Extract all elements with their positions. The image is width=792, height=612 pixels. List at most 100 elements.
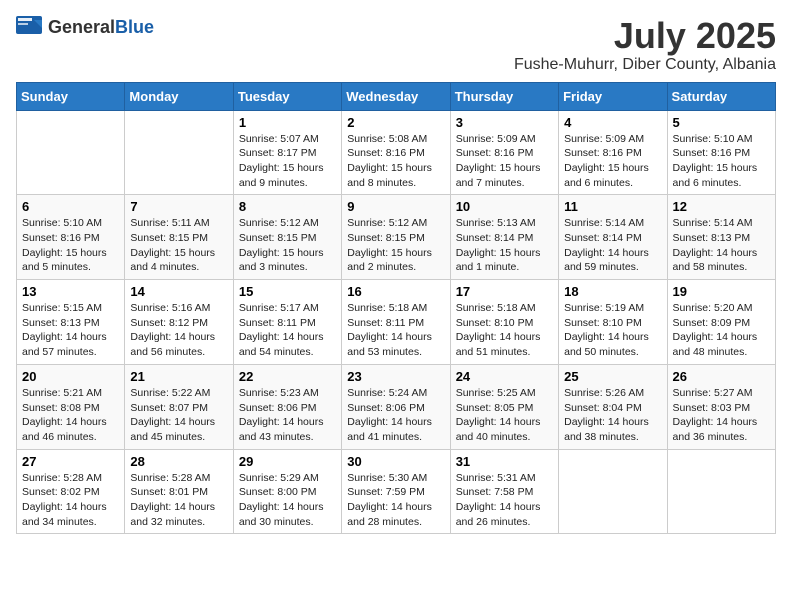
day-number: 25	[564, 369, 661, 384]
calendar-cell: 19 Sunrise: 5:20 AMSunset: 8:09 PMDayligh…	[667, 280, 775, 365]
calendar-cell: 24 Sunrise: 5:25 AMSunset: 8:05 PMDayligh…	[450, 364, 558, 449]
calendar-cell: 9 Sunrise: 5:12 AMSunset: 8:15 PMDaylight…	[342, 195, 450, 280]
calendar-week-4: 20 Sunrise: 5:21 AMSunset: 8:08 PMDayligh…	[17, 364, 776, 449]
calendar-week-3: 13 Sunrise: 5:15 AMSunset: 8:13 PMDayligh…	[17, 280, 776, 365]
day-info: Sunrise: 5:27 AMSunset: 8:03 PMDaylight:…	[673, 386, 770, 445]
weekday-header-sunday: Sunday	[17, 82, 125, 110]
calendar-cell: 2Sunrise: 5:08 AMSunset: 8:16 PMDaylight…	[342, 110, 450, 195]
calendar-cell: 20 Sunrise: 5:21 AMSunset: 8:08 PMDayligh…	[17, 364, 125, 449]
day-number: 28	[130, 454, 227, 469]
day-info: Sunrise: 5:12 AMSunset: 8:15 PMDaylight:…	[239, 216, 336, 275]
calendar-cell	[559, 449, 667, 534]
calendar-cell: 10 Sunrise: 5:13 AMSunset: 8:14 PMDayligh…	[450, 195, 558, 280]
calendar-cell: 25 Sunrise: 5:26 AMSunset: 8:04 PMDayligh…	[559, 364, 667, 449]
day-info: Sunrise: 5:11 AMSunset: 8:15 PMDaylight:…	[130, 216, 227, 275]
calendar-week-2: 6 Sunrise: 5:10 AMSunset: 8:16 PMDaylight…	[17, 195, 776, 280]
logo-icon	[16, 16, 44, 38]
day-number: 18	[564, 284, 661, 299]
calendar-cell: 28 Sunrise: 5:28 AMSunset: 8:01 PMDayligh…	[125, 449, 233, 534]
day-number: 30	[347, 454, 444, 469]
weekday-header-wednesday: Wednesday	[342, 82, 450, 110]
day-number: 5	[673, 115, 770, 130]
day-number: 19	[673, 284, 770, 299]
calendar-cell: 23 Sunrise: 5:24 AMSunset: 8:06 PMDayligh…	[342, 364, 450, 449]
logo-general-text: General	[48, 17, 115, 37]
calendar-cell: 8 Sunrise: 5:12 AMSunset: 8:15 PMDaylight…	[233, 195, 341, 280]
weekday-header-row: SundayMondayTuesdayWednesdayThursdayFrid…	[17, 82, 776, 110]
calendar-cell: 27 Sunrise: 5:28 AMSunset: 8:02 PMDayligh…	[17, 449, 125, 534]
calendar-cell: 30 Sunrise: 5:30 AMSunset: 7:59 PMDayligh…	[342, 449, 450, 534]
calendar-cell: 4 Sunrise: 5:09 AMSunset: 8:16 PMDaylight…	[559, 110, 667, 195]
day-number: 7	[130, 199, 227, 214]
day-info: Sunrise: 5:31 AMSunset: 7:58 PMDaylight:…	[456, 471, 553, 530]
logo-blue-text: Blue	[115, 17, 154, 37]
day-number: 12	[673, 199, 770, 214]
day-info: Sunrise: 5:09 AMSunset: 8:16 PMDaylight:…	[564, 132, 661, 191]
day-number: 27	[22, 454, 119, 469]
calendar-cell: 31Sunrise: 5:31 AMSunset: 7:58 PMDayligh…	[450, 449, 558, 534]
day-number: 10	[456, 199, 553, 214]
day-number: 20	[22, 369, 119, 384]
page-header: GeneralBlue July 2025 Fushe-Muhurr, Dibe…	[16, 16, 776, 74]
title-block: July 2025 Fushe-Muhurr, Diber County, Al…	[514, 16, 776, 74]
day-number: 3	[456, 115, 553, 130]
day-info: Sunrise: 5:09 AMSunset: 8:16 PMDaylight:…	[456, 132, 553, 191]
day-number: 6	[22, 199, 119, 214]
calendar-cell: 14Sunrise: 5:16 AMSunset: 8:12 PMDayligh…	[125, 280, 233, 365]
day-info: Sunrise: 5:24 AMSunset: 8:06 PMDaylight:…	[347, 386, 444, 445]
day-number: 4	[564, 115, 661, 130]
month-year-title: July 2025	[514, 16, 776, 56]
day-number: 21	[130, 369, 227, 384]
weekday-header-tuesday: Tuesday	[233, 82, 341, 110]
day-number: 23	[347, 369, 444, 384]
day-info: Sunrise: 5:12 AMSunset: 8:15 PMDaylight:…	[347, 216, 444, 275]
day-number: 14	[130, 284, 227, 299]
calendar-cell: 3 Sunrise: 5:09 AMSunset: 8:16 PMDaylight…	[450, 110, 558, 195]
day-number: 11	[564, 199, 661, 214]
day-info: Sunrise: 5:08 AMSunset: 8:16 PMDaylight:…	[347, 132, 444, 191]
calendar-cell: 6 Sunrise: 5:10 AMSunset: 8:16 PMDaylight…	[17, 195, 125, 280]
day-info: Sunrise: 5:30 AMSunset: 7:59 PMDaylight:…	[347, 471, 444, 530]
day-info: Sunrise: 5:14 AMSunset: 8:13 PMDaylight:…	[673, 216, 770, 275]
calendar-table: SundayMondayTuesdayWednesdayThursdayFrid…	[16, 82, 776, 535]
weekday-header-thursday: Thursday	[450, 82, 558, 110]
day-info: Sunrise: 5:21 AMSunset: 8:08 PMDaylight:…	[22, 386, 119, 445]
day-number: 8	[239, 199, 336, 214]
day-info: Sunrise: 5:07 AMSunset: 8:17 PMDaylight:…	[239, 132, 336, 191]
calendar-cell: 22 Sunrise: 5:23 AMSunset: 8:06 PMDayligh…	[233, 364, 341, 449]
day-number: 15	[239, 284, 336, 299]
day-number: 22	[239, 369, 336, 384]
day-info: Sunrise: 5:10 AMSunset: 8:16 PMDaylight:…	[673, 132, 770, 191]
day-info: Sunrise: 5:23 AMSunset: 8:06 PMDaylight:…	[239, 386, 336, 445]
weekday-header-saturday: Saturday	[667, 82, 775, 110]
calendar-cell	[17, 110, 125, 195]
day-info: Sunrise: 5:22 AMSunset: 8:07 PMDaylight:…	[130, 386, 227, 445]
day-info: Sunrise: 5:29 AMSunset: 8:00 PMDaylight:…	[239, 471, 336, 530]
calendar-cell: 16Sunrise: 5:18 AMSunset: 8:11 PMDayligh…	[342, 280, 450, 365]
calendar-cell: 18 Sunrise: 5:19 AMSunset: 8:10 PMDayligh…	[559, 280, 667, 365]
day-number: 13	[22, 284, 119, 299]
day-info: Sunrise: 5:28 AMSunset: 8:02 PMDaylight:…	[22, 471, 119, 530]
day-info: Sunrise: 5:13 AMSunset: 8:14 PMDaylight:…	[456, 216, 553, 275]
day-info: Sunrise: 5:28 AMSunset: 8:01 PMDaylight:…	[130, 471, 227, 530]
day-info: Sunrise: 5:15 AMSunset: 8:13 PMDaylight:…	[22, 301, 119, 360]
day-number: 9	[347, 199, 444, 214]
calendar-cell: 1Sunrise: 5:07 AMSunset: 8:17 PMDaylight…	[233, 110, 341, 195]
calendar-cell: 11 Sunrise: 5:14 AMSunset: 8:14 PMDayligh…	[559, 195, 667, 280]
day-info: Sunrise: 5:10 AMSunset: 8:16 PMDaylight:…	[22, 216, 119, 275]
day-info: Sunrise: 5:19 AMSunset: 8:10 PMDaylight:…	[564, 301, 661, 360]
day-number: 24	[456, 369, 553, 384]
calendar-cell: 26Sunrise: 5:27 AMSunset: 8:03 PMDayligh…	[667, 364, 775, 449]
day-info: Sunrise: 5:14 AMSunset: 8:14 PMDaylight:…	[564, 216, 661, 275]
day-number: 29	[239, 454, 336, 469]
location-subtitle: Fushe-Muhurr, Diber County, Albania	[514, 56, 776, 74]
day-info: Sunrise: 5:25 AMSunset: 8:05 PMDaylight:…	[456, 386, 553, 445]
calendar-cell: 17Sunrise: 5:18 AMSunset: 8:10 PMDayligh…	[450, 280, 558, 365]
day-info: Sunrise: 5:18 AMSunset: 8:11 PMDaylight:…	[347, 301, 444, 360]
calendar-cell: 29 Sunrise: 5:29 AMSunset: 8:00 PMDayligh…	[233, 449, 341, 534]
calendar-cell: 12 Sunrise: 5:14 AMSunset: 8:13 PMDayligh…	[667, 195, 775, 280]
weekday-header-friday: Friday	[559, 82, 667, 110]
calendar-week-5: 27 Sunrise: 5:28 AMSunset: 8:02 PMDayligh…	[17, 449, 776, 534]
day-info: Sunrise: 5:20 AMSunset: 8:09 PMDaylight:…	[673, 301, 770, 360]
day-info: Sunrise: 5:26 AMSunset: 8:04 PMDaylight:…	[564, 386, 661, 445]
